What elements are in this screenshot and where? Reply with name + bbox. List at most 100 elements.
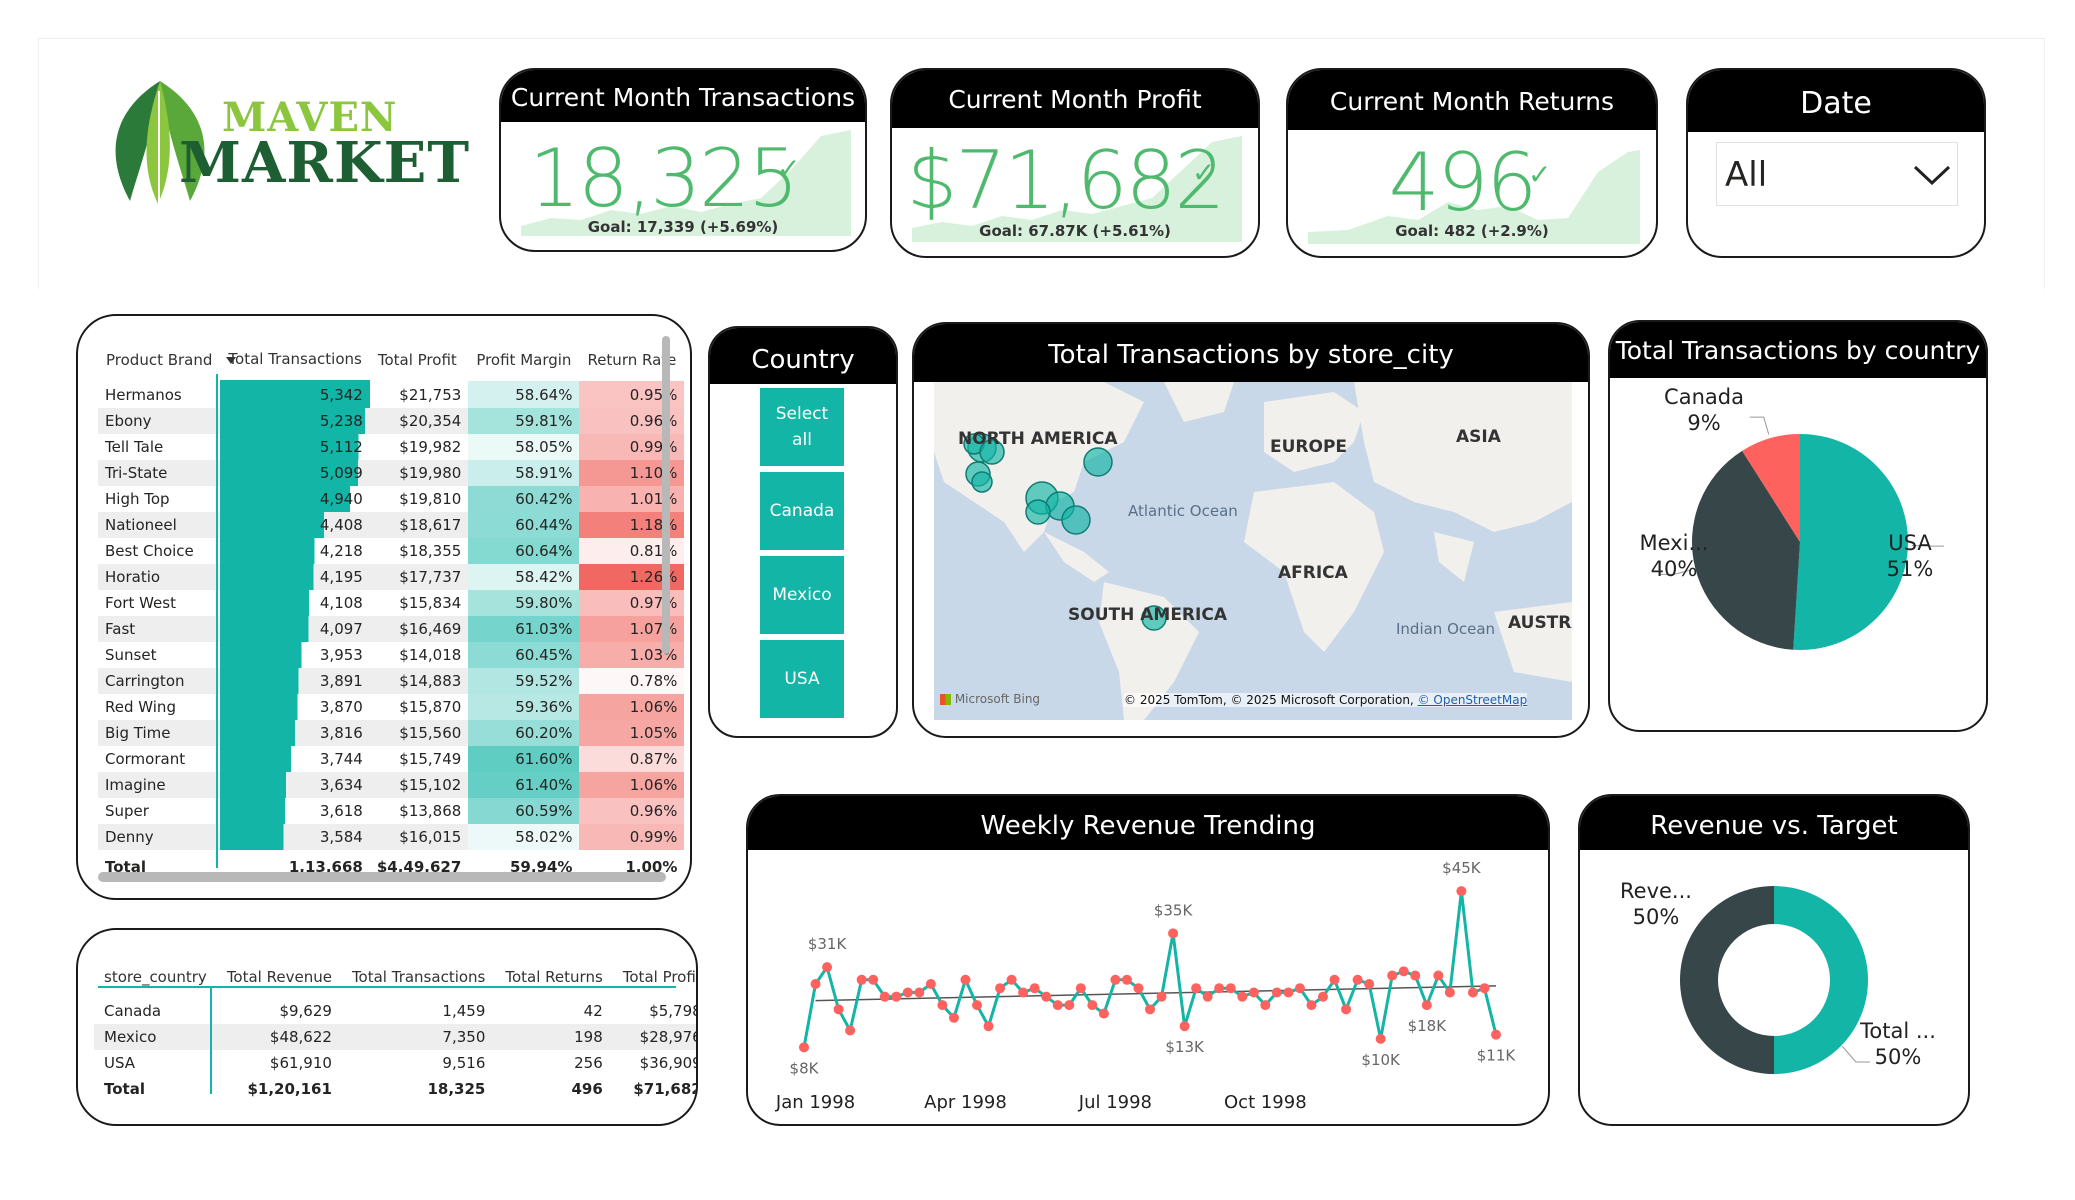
data-point[interactable] [1456,886,1467,897]
donut-slice[interactable] [1680,886,1774,1074]
data-point[interactable] [960,974,971,985]
data-point[interactable] [1352,974,1363,985]
data-point[interactable] [1087,1000,1098,1011]
data-point[interactable] [972,1000,982,1011]
data-point[interactable] [1421,1000,1432,1011]
data-point[interactable] [1410,970,1421,981]
col-total-transactions[interactable]: Total Transactions [220,324,370,382]
table-row[interactable]: Hermanos 5,342 $21,753 58.64% 0.95% [98,381,685,408]
pie-chart[interactable]: USA51% Mexi...40% Canada9% [1610,378,1988,732]
data-point[interactable] [1018,987,1029,998]
data-point[interactable] [1294,983,1305,994]
table-row[interactable]: Carrington 3,891 $14,883 59.52% 0.78% [98,668,685,694]
data-point[interactable] [1318,991,1328,1002]
data-point[interactable] [891,991,902,1002]
data-point[interactable] [810,979,821,989]
data-point[interactable] [1041,991,1052,1002]
data-point[interactable] [995,983,1006,994]
data-point[interactable] [1364,979,1375,989]
data-point[interactable] [1191,983,1202,994]
data-point[interactable] [1168,928,1179,939]
data-point[interactable] [1029,983,1040,994]
table-row[interactable]: Red Wing 3,870 $15,870 59.36% 1.06% [98,694,685,720]
col-total-transactions[interactable]: Total Transactions [342,936,495,998]
table-row[interactable]: Tri-State 5,099 $19,980 58.91% 1.10% [98,460,685,486]
slicer-option-mexico[interactable]: Mexico [760,556,844,634]
data-point[interactable] [1444,987,1455,998]
data-point[interactable] [937,1000,948,1011]
data-point[interactable] [1121,974,1132,985]
data-point[interactable] [1145,1004,1155,1015]
data-point[interactable] [822,962,833,973]
data-point[interactable] [1248,987,1259,998]
data-point[interactable] [948,1012,959,1023]
data-point[interactable] [1387,970,1398,981]
table-row[interactable]: High Top 4,940 $19,810 60.42% 1.01% [98,486,685,512]
table-row[interactable]: Fort West 4,108 $15,834 59.80% 0.97% [98,590,685,616]
table-row[interactable]: Best Choice 4,218 $18,355 60.64% 0.81% [98,538,685,564]
data-point[interactable] [1225,983,1236,994]
table-row[interactable]: Big Time 3,816 $15,560 60.20% 1.05% [98,720,685,746]
table-row[interactable]: Denny 3,584 $16,015 58.02% 0.99% [98,824,685,850]
col-product-brand[interactable]: Product Brand [98,324,220,381]
col-total-profit[interactable]: Total Profit [613,936,696,998]
data-point[interactable] [1075,983,1086,994]
col-profit-margin[interactable]: Profit Margin [468,324,579,381]
data-point[interactable] [1110,974,1121,985]
data-point[interactable] [1260,1000,1271,1011]
slicer-option-usa[interactable]: USA [760,640,844,718]
table-row[interactable]: Tell Tale 5,112 $19,982 58.05% 0.99% [98,434,685,460]
data-point[interactable] [879,991,890,1002]
data-point[interactable] [1064,1000,1075,1011]
col-total-profit[interactable]: Total Profit [370,324,468,381]
data-point[interactable] [1341,1004,1352,1015]
slicer-option-canada[interactable]: Canada [760,472,844,550]
data-point[interactable] [1214,983,1225,994]
slicer-option-select-all[interactable]: Select all [760,388,844,466]
osm-link[interactable]: © OpenStreetMap [1418,693,1528,707]
data-point[interactable] [868,974,879,985]
table-row[interactable]: Fast 4,097 $16,469 61.03% 1.07% [98,616,685,642]
data-point[interactable] [1006,974,1017,985]
data-point[interactable] [833,1004,844,1015]
data-point[interactable] [1491,1029,1501,1040]
table-row[interactable]: Imagine 3,634 $15,102 61.40% 1.06% [98,772,685,798]
table-row[interactable]: Sunset 3,953 $14,018 60.45% 1.03% [98,642,685,668]
col-store-country[interactable]: store_country [94,936,217,998]
data-point[interactable] [902,987,913,998]
data-point[interactable] [1283,987,1294,998]
line-chart[interactable]: $31K $8K $35K $13K $10K $18K $45K $11K Jan 1998 A… [748,850,1550,1126]
data-point[interactable] [1329,974,1340,985]
data-point[interactable] [914,987,925,998]
data-point[interactable] [1156,991,1167,1002]
table-row[interactable]: Cormorant 3,744 $15,749 61.60% 0.87% [98,746,685,772]
data-point[interactable] [1479,983,1490,994]
data-point[interactable] [1398,966,1409,977]
table-row[interactable]: Nationeel 4,408 $18,617 60.44% 1.18% [98,512,685,538]
table-row[interactable]: Horatio 4,195 $17,737 58.42% 1.26% [98,564,685,590]
table-row[interactable]: Ebony 5,238 $20,354 59.81% 0.96% [98,408,685,434]
data-point[interactable] [1133,983,1144,994]
col-total-returns[interactable]: Total Returns [495,936,612,998]
date-dropdown[interactable]: All [1716,142,1958,206]
donut-slice[interactable] [1774,886,1868,1074]
data-point[interactable] [1467,987,1478,998]
data-point[interactable] [1179,1021,1190,1032]
map-area[interactable]: NORTH AMERICA EUROPE ASIA AFRICA SOUTH A… [934,382,1572,720]
data-point[interactable] [1237,991,1248,1002]
table-row[interactable]: Super 3,618 $13,868 60.59% 0.96% [98,798,685,824]
data-point[interactable] [1375,1033,1386,1044]
data-point[interactable] [1306,1000,1317,1011]
data-point[interactable] [1052,1000,1063,1011]
horizontal-scrollbar[interactable] [98,872,666,882]
data-point[interactable] [799,1042,809,1053]
data-point[interactable] [845,1025,856,1036]
data-point[interactable] [1271,987,1282,998]
donut-chart[interactable]: Total ...50%Reve...50% [1580,850,1970,1126]
data-point[interactable] [1433,970,1444,981]
vertical-scrollbar[interactable] [662,336,670,654]
data-point[interactable] [1098,1008,1109,1019]
data-point[interactable] [925,979,936,989]
col-total-revenue[interactable]: Total Revenue [217,936,342,998]
data-point[interactable] [983,1021,994,1032]
